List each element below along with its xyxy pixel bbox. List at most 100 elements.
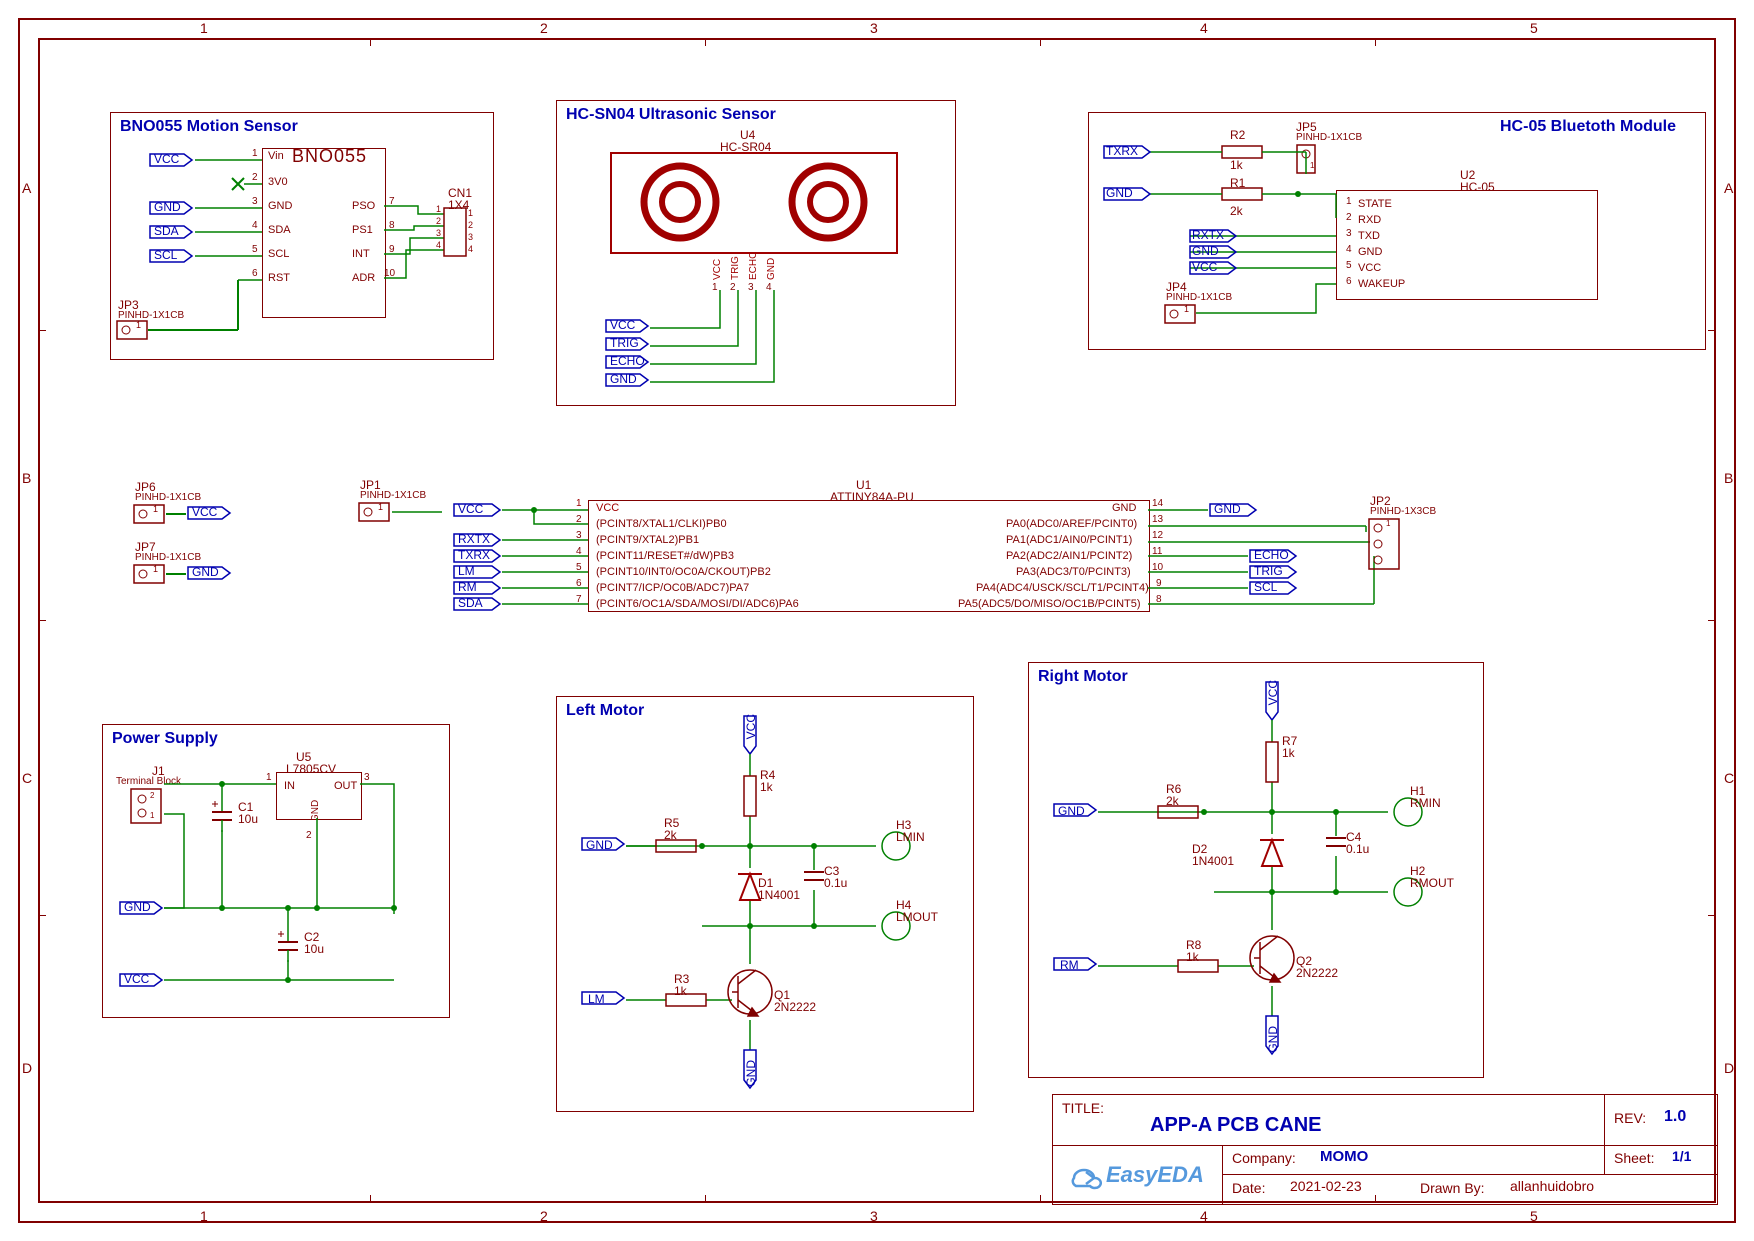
mcu-lpn7: 7 <box>576 594 582 605</box>
lm-gnd: GND <box>586 838 613 852</box>
hc05-net-vcc: VCC <box>1192 260 1217 274</box>
hc05-net-gnd: GND <box>1106 186 1133 200</box>
svg-text:TRIG: TRIG <box>730 256 741 280</box>
bno-partname: BNO055 <box>292 146 367 167</box>
tick <box>1708 330 1716 331</box>
tb-title: APP-A PCB CANE <box>1150 1114 1322 1137</box>
mcu-lpn2: 2 <box>576 514 582 525</box>
jp6: 1 <box>133 504 169 528</box>
c1 <box>210 800 240 834</box>
tick <box>38 330 46 331</box>
tick <box>705 38 706 46</box>
hc05-net-rxtx: RXTX <box>1192 228 1224 242</box>
hc05-p6n: WAKEUP <box>1358 278 1405 290</box>
bno-rnm4: ADR <box>352 272 375 284</box>
svg-text:VCC: VCC <box>712 259 723 280</box>
hc04-pinlabels: VCCTRIGECHOGND <box>690 252 830 292</box>
tb-date-label: Date: <box>1232 1180 1265 1196</box>
bno-rnm1: PSO <box>352 200 375 212</box>
tb-sheet-label: Sheet: <box>1614 1150 1654 1166</box>
h2-val: RMOUT <box>1410 876 1454 890</box>
hc05-net-txrx: TXRX <box>1106 144 1138 158</box>
mcu-rn0: GND <box>1214 502 1241 516</box>
r7-val: 1k <box>1282 746 1295 760</box>
svg-text:2: 2 <box>468 220 473 230</box>
mcu-rpm2: PA0(ADC0/AREF/PCINT0) <box>1006 518 1137 530</box>
mcu-rpm3: PA1(ADC1/AIN0/PCINT1) <box>1006 534 1132 546</box>
bno-rnm3: INT <box>352 248 370 260</box>
r4-val: 1k <box>760 780 773 794</box>
jp7: 1 <box>133 564 169 588</box>
bno-net-vcc: VCC <box>154 152 179 166</box>
tb-cell <box>1052 1094 1605 1146</box>
svg-text:GND: GND <box>766 258 777 280</box>
grid-col-2-bot: 2 <box>540 1208 548 1224</box>
bno-ln3: 3 <box>252 196 258 207</box>
svg-text:1: 1 <box>136 320 141 330</box>
mcu-lw <box>392 500 592 620</box>
mcu-lpn3: 3 <box>576 530 582 541</box>
svg-text:4: 4 <box>468 244 473 254</box>
tb-drawn-label: Drawn By: <box>1420 1180 1485 1196</box>
jp7-val: PINHD-1X1CB <box>135 552 201 563</box>
bno-ln6: 6 <box>252 268 258 279</box>
hc04-net3: ECHO <box>610 354 645 368</box>
hc05-title: HC-05 Bluetoth Module <box>1500 118 1676 136</box>
mcu-lpm7: (PCINT6/OC1A/SDA/MOSI/DI/ADC6)PA6 <box>596 598 799 610</box>
mcu-rn5: SCL <box>1254 580 1277 594</box>
bno-net-scl: SCL <box>154 248 177 262</box>
tb-date: 2021-02-23 <box>1290 1178 1362 1194</box>
hc05-p5n: VCC <box>1358 262 1381 274</box>
tick <box>1708 915 1716 916</box>
svg-text:1: 1 <box>378 502 383 512</box>
mcu-lpn6: 6 <box>576 578 582 589</box>
tick <box>370 38 371 46</box>
svg-text:1: 1 <box>468 208 473 218</box>
power-title: Power Supply <box>112 730 218 748</box>
c1-val: 10u <box>238 812 258 826</box>
tb-sheet: 1/1 <box>1672 1148 1691 1164</box>
tb-comp: MOMO <box>1320 1148 1368 1165</box>
svg-text:3: 3 <box>468 232 473 242</box>
bno-ln2: 2 <box>252 172 258 183</box>
grid-row-c-r: C <box>1724 770 1734 786</box>
grid-row-d-l: D <box>22 1060 32 1076</box>
bno-net-sda: SDA <box>154 224 179 238</box>
tb-drawn: allanhuidobro <box>1510 1178 1594 1194</box>
c3-val: 0.1u <box>824 876 847 890</box>
mcu-rpm7: PA5(ADC5/DO/MISO/OC1B/PCINT5) <box>958 598 1141 610</box>
grid-row-a-l: A <box>22 180 31 196</box>
mcu-rpm4: PA2(ADC2/AIN1/PCINT2) <box>1006 550 1132 562</box>
h3-val: LMIN <box>896 830 925 844</box>
mcu-rpm6: PA4(ADC4/USCK/SCL/T1/PCINT4) <box>976 582 1149 594</box>
easyeda-logo: EasyEDA <box>1106 1162 1204 1188</box>
bno-ln5: 5 <box>252 244 258 255</box>
d2-val: 1N4001 <box>1192 854 1234 868</box>
jp2: 1 <box>1368 518 1404 572</box>
grid-col-4-top: 4 <box>1200 20 1208 36</box>
mcu-rn3: ECHO <box>1254 548 1289 562</box>
pwr-gnd: GND <box>124 900 151 914</box>
pwr-vcc: VCC <box>124 972 149 986</box>
jp2-val: PINHD-1X3CB <box>1370 506 1436 517</box>
bno-lnm4: SDA <box>268 224 291 236</box>
r5-val: 2k <box>664 828 677 842</box>
bno-rnm2: PS1 <box>352 224 373 236</box>
bno-net-gnd: GND <box>154 200 181 214</box>
grid-row-b-l: B <box>22 470 31 486</box>
svg-text:1: 1 <box>1386 519 1391 528</box>
bno-ln4: 4 <box>252 220 258 231</box>
lm-gnd2: GND <box>744 1060 758 1087</box>
w <box>148 329 238 331</box>
svg-text:1: 1 <box>436 204 441 214</box>
pwr-wires <box>160 780 420 1000</box>
r3-val: 1k <box>674 984 687 998</box>
grid-col-1-top: 1 <box>200 20 208 36</box>
bno055-title: BNO055 Motion Sensor <box>120 118 298 136</box>
u1-part: ATTINY84A-PU <box>830 490 914 504</box>
hc05-net-gnd2: GND <box>1192 244 1219 258</box>
mcu-lpm4: (PCINT11/RESET#/dW)PB3 <box>596 550 734 562</box>
hc04-net2: TRIG <box>610 336 639 350</box>
rm-net: RM <box>1060 958 1079 972</box>
c2 <box>276 930 306 964</box>
